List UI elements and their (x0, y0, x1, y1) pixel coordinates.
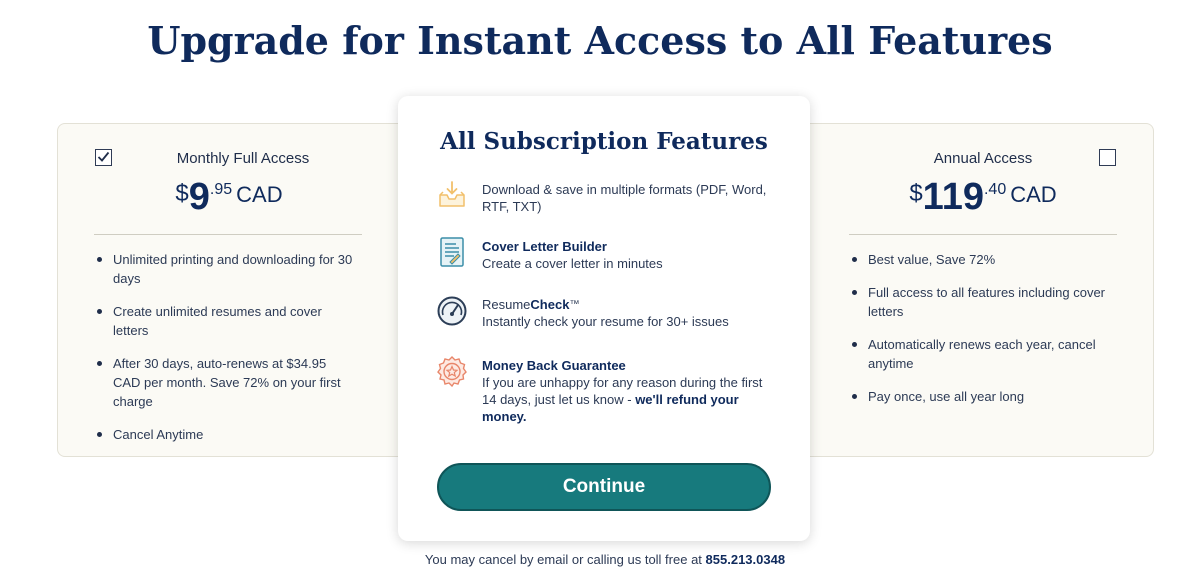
feature-text: If you are unhappy for any reason during… (482, 375, 763, 424)
monthly-plan-card[interactable]: Monthly Full Access $9.95 CAD Unlimited p… (57, 123, 417, 457)
list-item: Cancel Anytime (94, 425, 356, 444)
annual-benefits-list: Best value, Save 72% Full access to all … (849, 250, 1121, 420)
badge-star-icon (437, 356, 467, 387)
monthly-plan-price: $9.95 CAD (58, 176, 400, 219)
price-cents: .40 (983, 181, 1007, 198)
price-currency: $ (909, 180, 923, 207)
list-item: Create unlimited resumes and cover lette… (94, 302, 356, 340)
phone-link[interactable]: 855.213.0348 (706, 552, 786, 567)
annual-plan-card[interactable]: Annual Access $119.40 CAD Best value, Sav… (792, 123, 1154, 457)
download-tray-icon (439, 181, 465, 207)
feature-text: Download & save in multiple formats (PDF… (482, 182, 767, 214)
annual-plan-price: $119.40 CAD (843, 176, 1123, 219)
divider (94, 234, 362, 235)
features-panel: All Subscription Features Download & sav… (398, 96, 810, 541)
divider (849, 234, 1117, 235)
features-heading: All Subscription Features (440, 128, 768, 155)
list-item: Pay once, use all year long (849, 387, 1121, 406)
feature-text: Instantly check your resume for 30+ issu… (482, 314, 729, 329)
price-cents: .95 (209, 181, 233, 198)
price-whole: 9 (188, 176, 210, 218)
list-item: After 30 days, auto-renews at $34.95 CAD… (94, 354, 356, 411)
price-currency-code: CAD (236, 182, 283, 207)
annual-plan-name: Annual Access (933, 150, 1033, 167)
list-item: Full access to all features including co… (849, 283, 1121, 321)
monthly-plan-name: Monthly Full Access (176, 150, 310, 167)
monthly-benefits-list: Unlimited printing and downloading for 3… (94, 250, 356, 458)
list-item: Automatically renews each year, cancel a… (849, 335, 1121, 373)
gauge-icon (437, 296, 467, 326)
feature-text: Create a cover letter in minutes (482, 256, 663, 271)
price-whole: 119 (922, 176, 984, 218)
list-item: Best value, Save 72% (849, 250, 1121, 269)
page-title: Upgrade for Instant Access to All Featur… (147, 18, 1053, 63)
price-currency-code: CAD (1010, 182, 1057, 207)
feature-title: Money Back Guarantee (482, 358, 626, 373)
price-currency: $ (175, 180, 189, 207)
continue-button[interactable]: Continue (437, 463, 771, 511)
feature-title: Cover Letter Builder (482, 239, 607, 254)
list-item: Unlimited printing and downloading for 3… (94, 250, 356, 288)
document-icon (440, 237, 464, 267)
footer-note: You may cancel by email or calling us to… (424, 552, 786, 567)
resumecheck-wordmark: ResumeCheck™ (482, 297, 580, 312)
